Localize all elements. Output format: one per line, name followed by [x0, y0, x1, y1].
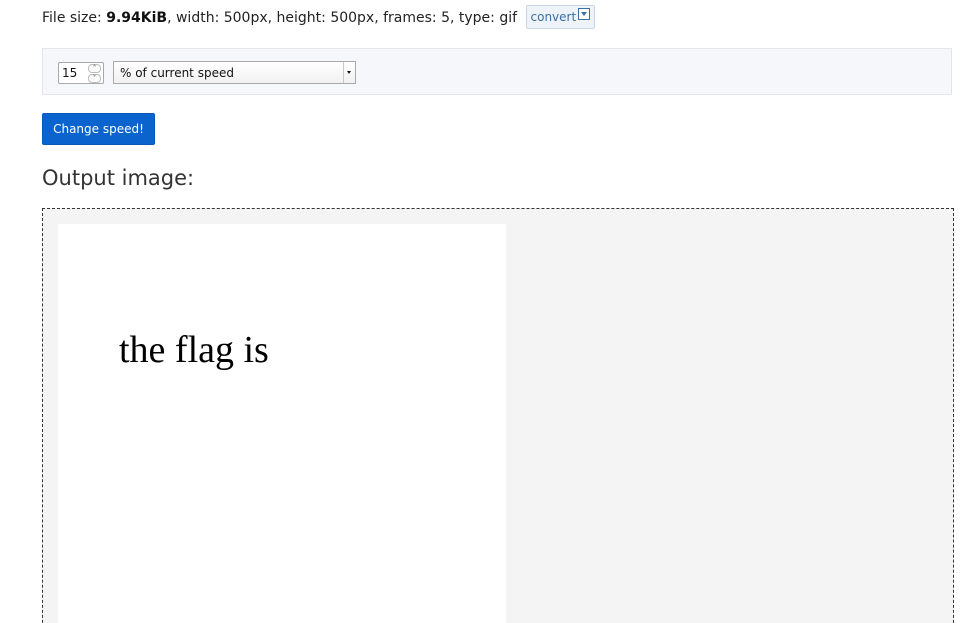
file-size-value: 9.94KiB: [106, 10, 168, 26]
speed-mode-selected: % of current speed: [120, 66, 234, 80]
convert-button[interactable]: convert: [525, 5, 596, 29]
download-icon: [578, 8, 591, 20]
number-spinner: ˄ ˅: [88, 64, 102, 83]
output-image: the flag is: [58, 224, 506, 623]
file-size-label: File size:: [42, 10, 107, 26]
select-arrow-icon: [343, 62, 355, 83]
speed-number-value: 15: [62, 66, 78, 80]
output-image-frame: the flag is: [42, 208, 954, 623]
speed-options-panel: 15 ˄ ˅ % of current speed: [42, 48, 952, 95]
change-speed-button[interactable]: Change speed!: [42, 113, 155, 145]
chevron-up-icon[interactable]: ˄: [88, 64, 101, 73]
convert-label: convert: [530, 10, 577, 24]
file-details: , width: 500px, height: 500px, frames: 5…: [167, 10, 518, 26]
speed-number-input[interactable]: 15 ˄ ˅: [58, 62, 104, 84]
speed-mode-select[interactable]: % of current speed: [113, 61, 356, 84]
file-info-line: File size: 9.94KiB, width: 500px, height…: [42, 5, 596, 30]
page: File size: 9.94KiB, width: 500px, height…: [0, 0, 967, 623]
chevron-down-icon[interactable]: ˅: [88, 74, 101, 83]
output-image-text: the flag is: [119, 329, 269, 371]
output-heading: Output image:: [42, 166, 195, 190]
